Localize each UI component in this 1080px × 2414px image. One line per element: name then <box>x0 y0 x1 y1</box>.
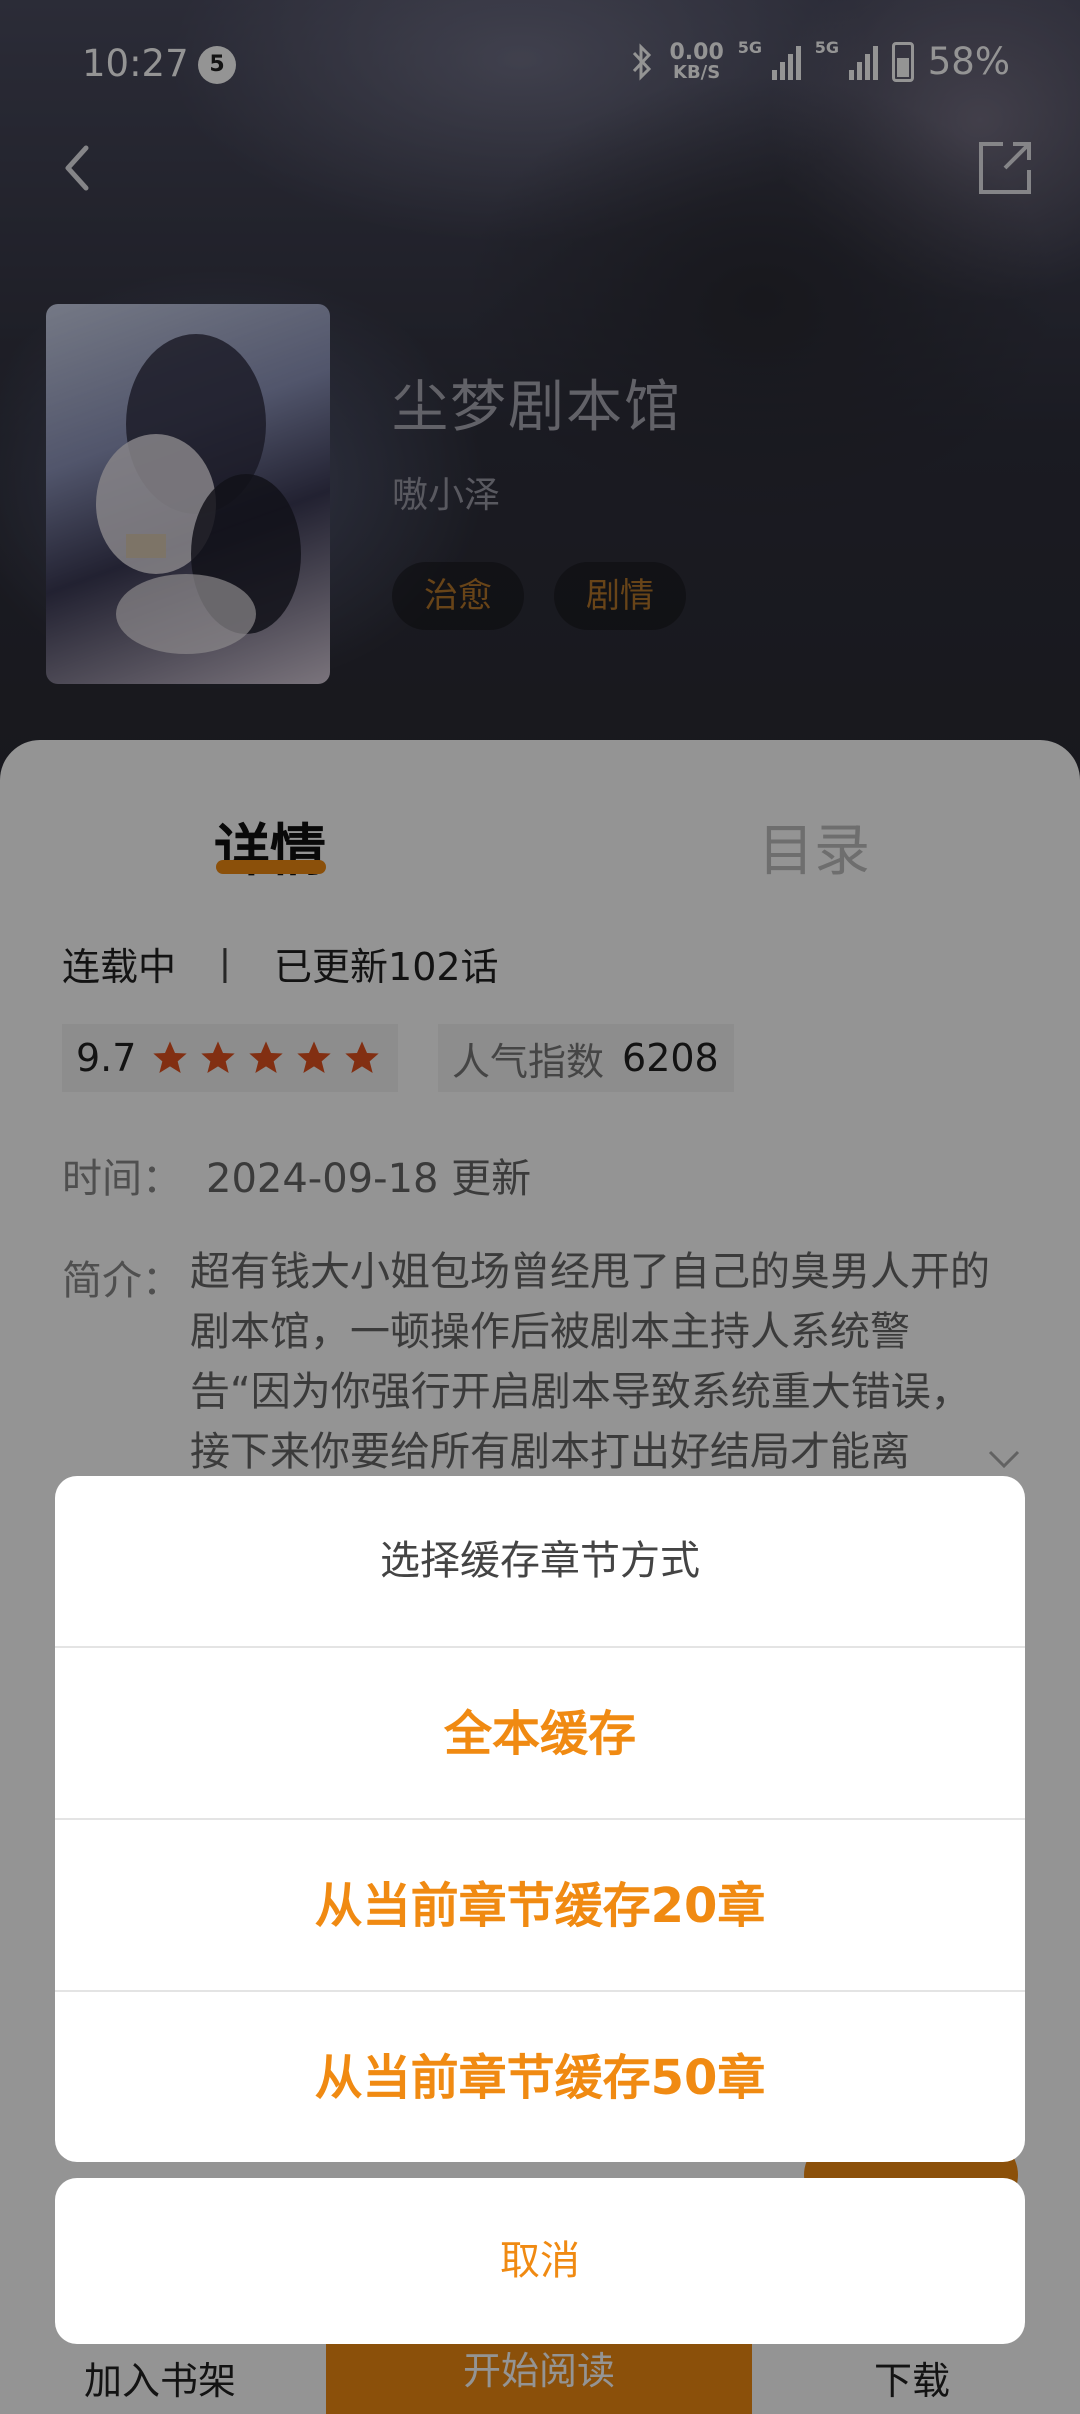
cache-20-option[interactable]: 从当前章节缓存20章 <box>55 1818 1025 1990</box>
cache-all-option[interactable]: 全本缓存 <box>55 1646 1025 1818</box>
cancel-button[interactable]: 取消 <box>55 2178 1025 2344</box>
cache-options-sheet: 选择缓存章节方式 全本缓存 从当前章节缓存20章 从当前章节缓存50章 <box>55 1476 1025 2162</box>
sheet-title: 选择缓存章节方式 <box>380 1538 700 1584</box>
screen: 10:27 5 0.00 KB/S 5G 5G 58% 尘梦剧本馆 嗷小泽 治愈… <box>0 0 1080 2414</box>
cache-50-option[interactable]: 从当前章节缓存50章 <box>55 1990 1025 2162</box>
